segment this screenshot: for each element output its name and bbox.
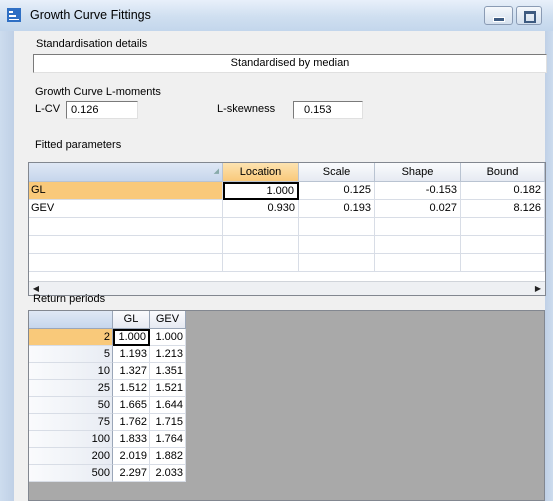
empty-cell — [29, 254, 223, 272]
cell-gl-shape[interactable]: -0.153 — [375, 182, 461, 200]
empty-cell — [299, 218, 375, 236]
row-header-return-period[interactable]: 2 — [29, 329, 113, 346]
cell-gev-shape[interactable]: 0.027 — [375, 200, 461, 218]
cell-gl-value[interactable]: 1.327 — [113, 363, 150, 380]
cell-gev-value[interactable]: 1.882 — [150, 448, 186, 465]
empty-cell — [223, 218, 299, 236]
empty-cell — [461, 236, 545, 254]
standardisation-label: Standardisation details — [36, 38, 148, 50]
return-periods-grid[interactable]: GL GEV 2 1.000 1.000 5 1.193 1.213 10 1.327 1.35… — [28, 310, 545, 501]
cell-gev-value[interactable]: 2.033 — [150, 465, 186, 482]
lcv-label: L-CV — [35, 103, 61, 115]
row-header-return-period[interactable]: 100 — [29, 431, 113, 448]
grid-corner[interactable] — [29, 311, 113, 329]
empty-cell — [29, 236, 223, 254]
lskewness-field[interactable]: 0.153 — [293, 101, 363, 119]
cell-gl-location[interactable]: 1.000 — [223, 182, 299, 200]
window-frame-right — [545, 31, 553, 501]
row-header-gl[interactable]: GL — [29, 182, 223, 200]
corner-triangle-icon: ◢ — [213, 168, 219, 175]
growth-curve-window: Growth Curve Fittings Standardisation de… — [0, 0, 553, 501]
empty-cell — [299, 236, 375, 254]
empty-cell — [29, 218, 223, 236]
row-header-return-period[interactable]: 5 — [29, 346, 113, 363]
cell-gl-value[interactable]: 1.833 — [113, 431, 150, 448]
return-periods-label: Return periods — [33, 293, 106, 305]
empty-cell — [461, 254, 545, 272]
column-header-gl[interactable]: GL — [113, 311, 150, 329]
row-header-return-period[interactable]: 75 — [29, 414, 113, 431]
cell-gl-value[interactable]: 1.193 — [113, 346, 150, 363]
cell-gev-value[interactable]: 1.644 — [150, 397, 186, 414]
minimize-button[interactable] — [484, 6, 513, 25]
lskewness-label: L-skewness — [217, 103, 276, 115]
column-header-gev[interactable]: GEV — [150, 311, 186, 329]
cell-gev-value[interactable]: 1.000 — [150, 329, 186, 346]
cell-gl-value[interactable]: 1.512 — [113, 380, 150, 397]
scroll-right-icon[interactable]: ▶ — [532, 283, 544, 294]
cell-gev-value[interactable]: 1.715 — [150, 414, 186, 431]
fitted-parameters-grid[interactable]: ◢ Location Scale Shape Bound GL 1.000 0.… — [28, 162, 546, 296]
column-header-shape[interactable]: Shape — [375, 163, 461, 182]
lmoments-label: Growth Curve L-moments — [35, 86, 161, 98]
cell-gev-bound[interactable]: 8.126 — [461, 200, 545, 218]
empty-cell — [223, 236, 299, 254]
fitted-parameters-label: Fitted parameters — [35, 139, 122, 151]
title-bar[interactable]: Growth Curve Fittings — [0, 0, 553, 32]
empty-cell — [461, 218, 545, 236]
cell-gev-value[interactable]: 1.521 — [150, 380, 186, 397]
horizontal-scrollbar[interactable]: ◀ ▶ — [29, 281, 545, 295]
window-title: Growth Curve Fittings — [30, 8, 151, 22]
empty-cell — [299, 254, 375, 272]
empty-cell — [375, 254, 461, 272]
cell-gl-value[interactable]: 2.297 — [113, 465, 150, 482]
cell-gl-value[interactable]: 1.665 — [113, 397, 150, 414]
cell-gl-value[interactable]: 2.019 — [113, 448, 150, 465]
empty-cell — [375, 218, 461, 236]
row-header-return-period[interactable]: 500 — [29, 465, 113, 482]
empty-cell — [375, 236, 461, 254]
column-header-scale[interactable]: Scale — [299, 163, 375, 182]
row-header-return-period[interactable]: 25 — [29, 380, 113, 397]
empty-cell — [223, 254, 299, 272]
cell-gev-value[interactable]: 1.213 — [150, 346, 186, 363]
cell-gev-scale[interactable]: 0.193 — [299, 200, 375, 218]
dialog-content: Standardisation details Standardised by … — [14, 31, 547, 501]
column-header-location[interactable]: Location — [223, 163, 299, 182]
column-header-bound[interactable]: Bound — [461, 163, 545, 182]
cell-gl-bound[interactable]: 0.182 — [461, 182, 545, 200]
row-header-return-period[interactable]: 50 — [29, 397, 113, 414]
window-frame-left — [0, 31, 14, 501]
grid-corner[interactable]: ◢ — [29, 163, 223, 182]
cell-gl-value[interactable]: 1.762 — [113, 414, 150, 431]
cell-gev-location[interactable]: 0.930 — [223, 200, 299, 218]
row-header-return-period[interactable]: 200 — [29, 448, 113, 465]
row-header-return-period[interactable]: 10 — [29, 363, 113, 380]
standardisation-method-field[interactable]: Standardised by median — [33, 54, 547, 73]
cell-gev-value[interactable]: 1.351 — [150, 363, 186, 380]
cell-gl-scale[interactable]: 0.125 — [299, 182, 375, 200]
row-header-gev[interactable]: GEV — [29, 200, 223, 218]
maximize-button[interactable] — [516, 6, 542, 25]
cell-gl-value[interactable]: 1.000 — [113, 329, 150, 346]
lcv-field[interactable]: 0.126 — [66, 101, 138, 119]
app-icon — [7, 8, 21, 22]
cell-gev-value[interactable]: 1.764 — [150, 431, 186, 448]
